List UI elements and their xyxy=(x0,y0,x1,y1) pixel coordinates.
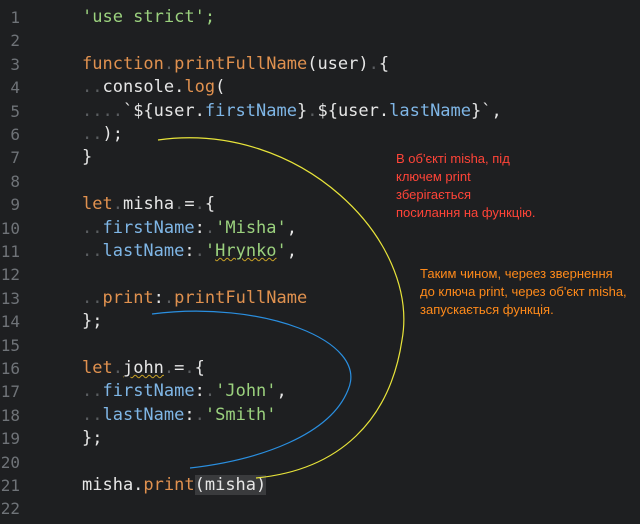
code-editor[interactable]: 1'use strict'; 2 3 function.printFullName(u… xyxy=(0,0,640,524)
annotation-arrows xyxy=(151,137,405,479)
yellow-arrow-curve xyxy=(157,137,405,479)
annotation-note-orange: Таким чином, череез звернення до ключа p… xyxy=(420,266,627,317)
annotation-note-red: В об'єкті misha, під ключем print зберіг… xyxy=(396,151,536,220)
blue-arrow-curve xyxy=(151,310,352,469)
